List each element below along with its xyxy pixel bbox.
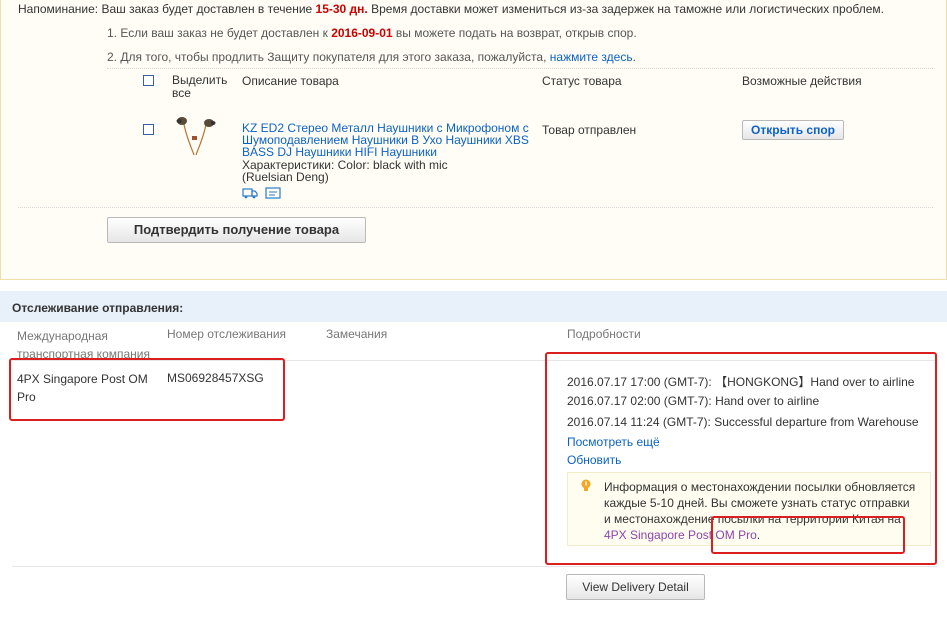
open-dispute-button[interactable]: Открыть спор: [742, 120, 844, 140]
reminder-item-1: 1. Если ваш заказ не будет доставлен к 2…: [107, 26, 637, 40]
divider: [107, 68, 933, 69]
reminder-item-2-post: .: [632, 50, 636, 64]
divider: [12, 566, 937, 567]
actions-header: Возможные действия: [742, 74, 862, 88]
reminder-item-1-pre: 1. Если ваш заказ не будет доставлен к: [107, 26, 332, 40]
shipping-icon[interactable]: [242, 187, 258, 202]
annotation-box-link: [711, 516, 905, 554]
divider: [18, 207, 933, 208]
extend-protection-link[interactable]: нажмите здесь: [550, 50, 633, 64]
product-title-link[interactable]: KZ ED2 Стерео Металл Наушники с Микрофон…: [242, 122, 534, 158]
tracking-number-header: Номер отслеживания: [167, 327, 287, 341]
product-image[interactable]: [172, 114, 224, 156]
description-header: Описание товара: [242, 74, 339, 88]
details-header: Подробности: [567, 327, 641, 341]
item-checkbox[interactable]: [143, 124, 154, 135]
tracking-title: Отслеживание отправления:: [12, 301, 184, 315]
seller-name: (Ruelsian Deng): [242, 170, 329, 184]
select-all-label: Выделить все: [172, 73, 228, 100]
message-icon[interactable]: [265, 187, 281, 202]
reminder-text-post: Время доставки может измениться из-за за…: [367, 2, 884, 16]
reminder-item-1-post: вы можете подать на возврат, открыв спор…: [392, 26, 637, 40]
reminder-line: Напоминание: Ваш заказ будет доставлен в…: [18, 2, 884, 16]
status-header: Статус товара: [542, 74, 622, 88]
select-all-checkbox[interactable]: [143, 75, 154, 86]
reminder-item-2-pre: 2. Для того, чтобы продлить Защиту покуп…: [107, 50, 550, 64]
item-status: Товар отправлен: [542, 123, 637, 137]
reminder-label: Напоминание:: [18, 2, 99, 16]
view-delivery-detail-button[interactable]: View Delivery Detail: [566, 574, 705, 600]
delivery-days: 15-30 дн.: [315, 2, 368, 16]
annotation-box-carrier: [9, 358, 285, 421]
reminder-text-pre: Ваш заказ будет доставлен в течение: [101, 2, 316, 16]
remarks-header: Замечания: [326, 327, 388, 341]
reminder-item-2: 2. Для того, чтобы продлить Защиту покуп…: [107, 50, 636, 64]
protection-date: 2016-09-01: [331, 26, 393, 40]
confirm-receipt-button[interactable]: Подтвердить получение товара: [107, 217, 366, 243]
